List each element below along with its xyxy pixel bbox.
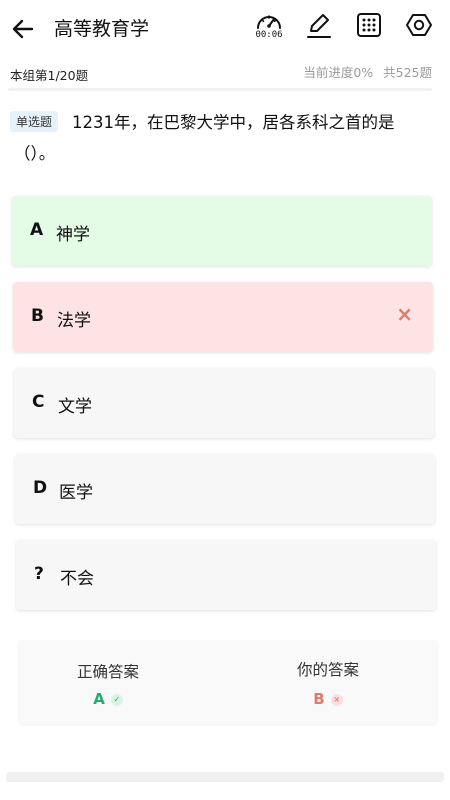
- back-arrow-icon[interactable]: [10, 16, 36, 42]
- option-d[interactable]: D 医学: [15, 454, 435, 524]
- correct-answer-label: 正确答案: [76, 663, 139, 681]
- option-letter: B: [31, 306, 44, 326]
- check-icon: ✓: [110, 693, 123, 706]
- your-answer-letter: B: [313, 690, 325, 708]
- option-text: 医学: [59, 483, 93, 503]
- question-text-line2: （）。: [14, 144, 56, 163]
- cross-icon: ×: [330, 693, 343, 706]
- total-count: 共525题: [383, 65, 432, 80]
- option-letter: C: [32, 392, 45, 412]
- question-text-line1: 1231年，在巴黎大学中，居各系科之首的是: [72, 113, 395, 132]
- option-letter: D: [33, 478, 48, 498]
- option-a[interactable]: A 神学: [12, 196, 432, 266]
- your-answer-label: 你的答案: [296, 661, 359, 679]
- question-type-badge: 单选题: [10, 111, 59, 132]
- option-text: 神学: [56, 225, 90, 245]
- option-b[interactable]: B 法学 ×: [13, 282, 433, 352]
- option-text: 不会: [60, 569, 94, 589]
- progress-bar-row: 本组第1/20题 当前进度0% 共525题: [0, 60, 450, 86]
- settings-icon[interactable]: [404, 10, 434, 40]
- group-counter: 本组第1/20题: [10, 68, 89, 83]
- correct-answer-letter: A: [93, 690, 105, 708]
- page-title: 高等教育学: [54, 18, 150, 40]
- option-text: 法学: [57, 311, 91, 331]
- progress-percent: 当前进度0%: [303, 65, 374, 80]
- edit-icon[interactable]: [304, 10, 334, 40]
- grid-icon[interactable]: [354, 10, 384, 40]
- top-bar: 高等教育学 00:06: [0, 0, 450, 58]
- your-answer-value: B ×: [238, 690, 418, 708]
- option-letter: A: [30, 220, 44, 240]
- option-dont-know[interactable]: ? 不会: [16, 540, 436, 610]
- divider: [8, 88, 432, 91]
- wrong-mark-icon: ×: [396, 302, 413, 326]
- correct-answer-value: A ✓: [18, 690, 198, 708]
- option-c[interactable]: C 文学: [14, 368, 434, 438]
- bottom-strip: [6, 772, 444, 782]
- timer-display: 00:06: [255, 30, 283, 40]
- progress-info: 当前进度0% 共525题: [303, 62, 432, 81]
- answer-summary-card: 正确答案 你的答案 A ✓ B ×: [18, 640, 438, 724]
- option-letter: ?: [34, 564, 44, 584]
- option-text: 文学: [58, 397, 92, 417]
